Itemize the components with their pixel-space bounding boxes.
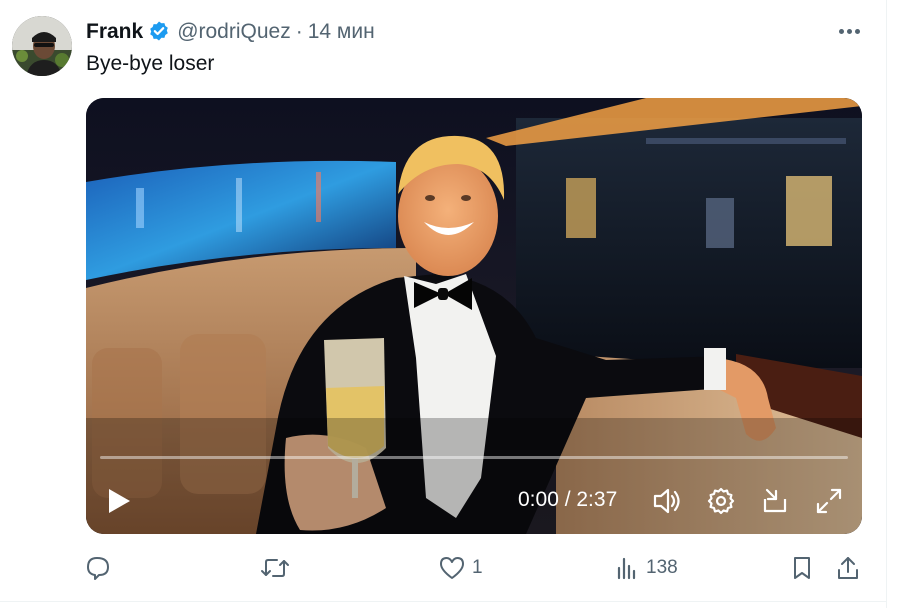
author-handle[interactable]: @rodriQuez [177,20,291,44]
settings-button[interactable] [704,484,738,518]
tweet-actions-bar: 1 138 [0,550,886,586]
tweet-text: Bye-bye loser [86,52,215,75]
reply-button[interactable] [85,550,117,586]
volume-button[interactable] [650,484,684,518]
video-timecode: 0:00 / 2:37 [518,488,618,511]
fullscreen-button[interactable] [812,484,846,518]
video-player[interactable]: 0:00 / 2:37 [86,98,862,534]
volume-icon [653,488,680,514]
fullscreen-icon [816,488,842,514]
more-dots-icon-dot [846,28,852,34]
settings-gear-icon [707,487,735,515]
retweet-icon [261,559,289,577]
author-name[interactable]: Frank [86,20,143,44]
tweet-timestamp[interactable]: 14 мин [308,20,375,44]
play-icon [109,489,130,513]
bookmark-icon [794,557,810,579]
avatar[interactable] [12,16,72,76]
views-chart-icon [617,557,636,580]
views-button[interactable]: 138 [614,550,678,586]
tweet-header: Frank @rodriQuez · 14 мин [86,18,375,46]
video-progress-bar[interactable] [100,456,848,459]
popout-icon [763,488,787,513]
more-dots-icon-dot [854,28,860,34]
like-count: 1 [472,557,483,578]
header-separator: · [295,20,303,43]
reply-icon [87,557,109,580]
like-button[interactable]: 1 [438,550,483,586]
share-icon [838,557,858,579]
popout-button[interactable] [758,484,792,518]
more-options-button[interactable] [832,18,866,44]
verified-badge-icon [150,21,168,41]
like-heart-icon [440,557,464,579]
bookmark-button[interactable] [789,550,815,586]
video-frame [86,98,862,534]
tweet-divider-bottom [0,601,887,602]
column-divider-right [886,0,887,608]
more-dots-icon [838,28,844,34]
play-button[interactable] [102,484,136,518]
share-button[interactable] [835,550,861,586]
views-count: 138 [646,557,678,578]
retweet-button[interactable] [260,550,296,586]
avatar-image [12,16,72,76]
